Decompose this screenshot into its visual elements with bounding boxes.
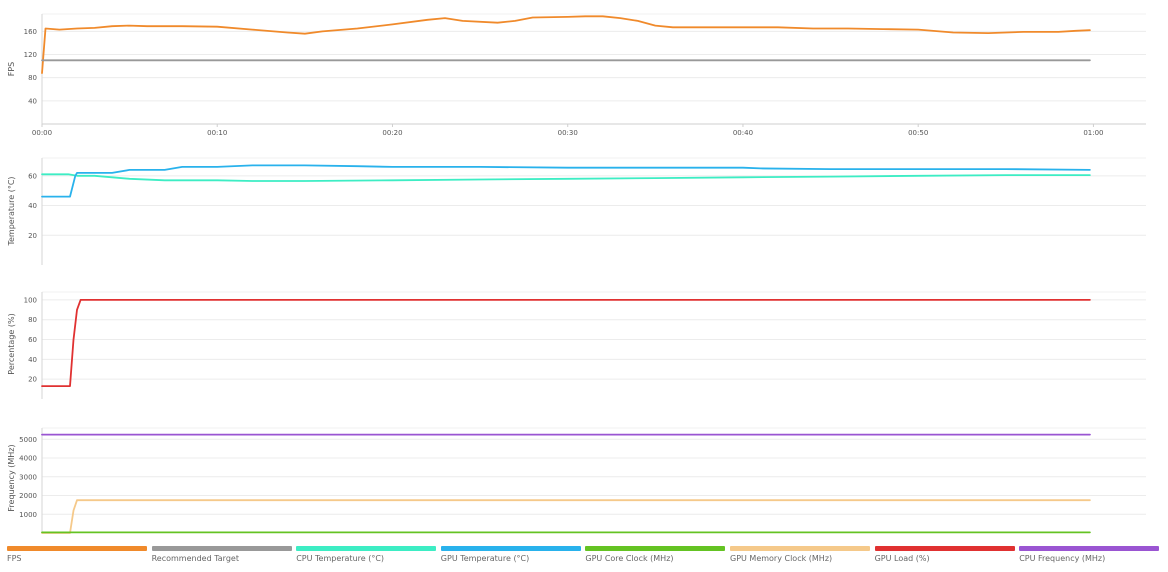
- legend-swatch: [1019, 546, 1160, 551]
- y-tick-label-1-0: 20: [28, 232, 37, 240]
- legend-item-gpu-memory-clock[interactable]: GPU Memory Clock (MHz): [730, 544, 870, 572]
- series-line-gpu-memory-clock: [41, 499, 1091, 534]
- y-tick-label-3-4: 5000: [19, 436, 37, 444]
- y-tick-label-0-2: 120: [24, 51, 37, 59]
- y-tick-label-0-3: 160: [24, 28, 37, 36]
- legend-item-cpu-temperature[interactable]: CPU Temperature (°C): [296, 544, 437, 572]
- y-tick-label-3-3: 4000: [19, 455, 37, 463]
- y-tick-label-1-1: 40: [28, 202, 37, 210]
- legend-item-gpu-load[interactable]: GPU Load (%): [874, 544, 1015, 572]
- legend-label: GPU Temperature (°C): [440, 554, 530, 563]
- legend-swatch: [585, 546, 726, 551]
- legend-label: GPU Load (%): [874, 554, 930, 563]
- y-axis-title-1: Temperature (°C): [7, 176, 16, 246]
- x-tick-label-0-6: 01:00: [1083, 129, 1103, 137]
- legend-label: Recommended Target: [151, 554, 239, 563]
- legend-label: CPU Temperature (°C): [296, 554, 385, 563]
- x-tick-label-0-1: 00:10: [207, 129, 227, 137]
- legend-label: FPS: [7, 554, 22, 563]
- legend-swatch: [440, 546, 581, 551]
- y-tick-label-0-1: 80: [28, 74, 37, 82]
- y-axis-title-3: Frequency (MHz): [7, 444, 16, 511]
- x-tick-label-0-4: 00:40: [733, 129, 753, 137]
- legend-label: CPU Frequency (MHz): [1019, 554, 1106, 563]
- y-tick-label-3-1: 2000: [19, 492, 37, 500]
- y-tick-label-3-0: 1000: [19, 511, 37, 519]
- y-tick-label-2-0: 20: [28, 376, 37, 384]
- legend-item-fps[interactable]: FPS: [7, 544, 147, 572]
- y-axis-title-0: FPS: [7, 62, 16, 77]
- y-tick-label-0-0: 40: [28, 97, 37, 105]
- y-tick-label-1-2: 60: [28, 172, 37, 180]
- legend-swatch: [874, 546, 1015, 551]
- legend-item-cpu-frequency[interactable]: CPU Frequency (MHz): [1019, 544, 1160, 572]
- charts-area: 40 80 120 160 FPS 00:00 00:10 00:20 00:30 00:40 00…: [7, 13, 1146, 534]
- series-line-fps: [41, 15, 1091, 74]
- y-tick-label-2-3: 80: [28, 316, 37, 324]
- series-line-cpu-temperature: [41, 173, 1091, 182]
- y-tick-label-2-2: 60: [28, 336, 37, 344]
- y-tick-label-2-1: 40: [28, 356, 37, 364]
- legend-item-gpu-core-clock[interactable]: GPU Core Clock (MHz): [585, 544, 726, 572]
- series-line-gpu-load: [41, 299, 1091, 387]
- y-tick-label-2-4: 100: [24, 296, 37, 304]
- x-tick-label-0-0: 00:00: [32, 129, 52, 137]
- y-axis-title-2: Percentage (%): [7, 313, 16, 374]
- y-tick-label-3-2: 3000: [19, 473, 37, 481]
- legend-item-gpu-temperature[interactable]: GPU Temperature (°C): [440, 544, 581, 572]
- legend-item-recommended-target[interactable]: Recommended Target: [151, 544, 292, 572]
- legend: FPS Recommended Target CPU Temperature (°C…: [0, 544, 1168, 572]
- legend-swatch: [296, 546, 437, 551]
- x-tick-label-0-5: 00:50: [908, 129, 928, 137]
- legend-label: GPU Core Clock (MHz): [585, 554, 674, 563]
- x-tick-label-0-2: 00:20: [382, 129, 402, 137]
- legend-swatch: [151, 546, 292, 551]
- x-tick-label-0-3: 00:30: [558, 129, 578, 137]
- legend-swatch: [730, 546, 870, 551]
- legend-swatch: [7, 546, 147, 551]
- legend-label: GPU Memory Clock (MHz): [730, 554, 833, 563]
